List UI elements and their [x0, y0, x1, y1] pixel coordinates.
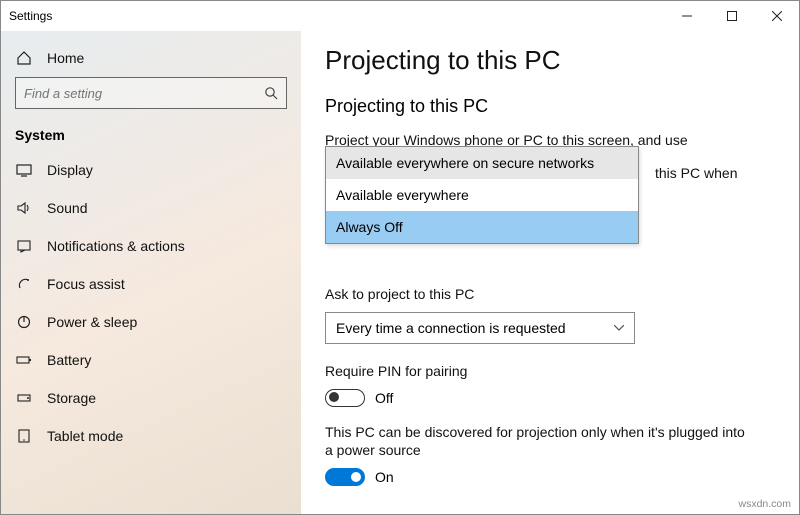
require-pin-label: Require PIN for pairing	[325, 362, 775, 381]
search-box[interactable]	[15, 77, 287, 109]
maximize-button[interactable]	[709, 1, 754, 31]
window-title: Settings	[9, 9, 52, 23]
ask-to-project-label: Ask to project to this PC	[325, 285, 775, 304]
sidebar-item-display[interactable]: Display	[1, 151, 301, 189]
availability-dropdown-open[interactable]: Available everywhere on secure networks …	[325, 146, 639, 244]
search-input[interactable]	[24, 86, 258, 101]
sidebar-item-label: Battery	[47, 352, 91, 368]
settings-window: Settings Home System	[0, 0, 800, 515]
sidebar-item-notifications[interactable]: Notifications & actions	[1, 227, 301, 265]
chevron-down-icon	[614, 325, 624, 331]
sidebar-item-label: Power & sleep	[47, 314, 137, 330]
sidebar-item-power-sleep[interactable]: Power & sleep	[1, 303, 301, 341]
search-icon	[264, 86, 278, 100]
toggle-off-track	[325, 389, 365, 407]
sidebar-item-label: Display	[47, 162, 93, 178]
sound-icon	[15, 200, 33, 216]
sidebar-item-sound[interactable]: Sound	[1, 189, 301, 227]
sidebar-item-label: Sound	[47, 200, 87, 216]
display-icon	[15, 162, 33, 178]
sidebar-item-battery[interactable]: Battery	[1, 341, 301, 379]
sidebar-category: System	[1, 117, 301, 151]
discoverable-toggle[interactable]: On	[325, 468, 775, 486]
dropdown-option-secure[interactable]: Available everywhere on secure networks	[326, 147, 638, 179]
sidebar-item-label: Notifications & actions	[47, 238, 185, 254]
titlebar: Settings	[1, 1, 799, 31]
sidebar-item-storage[interactable]: Storage	[1, 379, 301, 417]
close-button[interactable]	[754, 1, 799, 31]
watermark: wsxdn.com	[738, 498, 791, 510]
battery-icon	[15, 352, 33, 368]
partial-text-behind-dropdown: this PC when	[655, 165, 737, 181]
page-title: Projecting to this PC	[325, 45, 775, 76]
require-pin-toggle[interactable]: Off	[325, 389, 775, 407]
sidebar-item-label: Storage	[47, 390, 96, 406]
content-pane: Projecting to this PC Projecting to this…	[301, 31, 799, 514]
notifications-icon	[15, 238, 33, 254]
power-icon	[15, 314, 33, 330]
minimize-button[interactable]	[664, 1, 709, 31]
sidebar-item-label: Focus assist	[47, 276, 125, 292]
ask-to-project-select[interactable]: Every time a connection is requested	[325, 312, 635, 344]
sidebar-item-label: Tablet mode	[47, 428, 123, 444]
tablet-icon	[15, 428, 33, 444]
sidebar-item-focus-assist[interactable]: Focus assist	[1, 265, 301, 303]
home-icon	[15, 50, 33, 66]
sidebar: Home System Display Sound	[1, 31, 301, 514]
discoverable-label: This PC can be discovered for projection…	[325, 423, 745, 461]
sidebar-item-tablet-mode[interactable]: Tablet mode	[1, 417, 301, 455]
section-title: Projecting to this PC	[325, 96, 775, 117]
require-pin-state: Off	[375, 390, 393, 406]
focus-assist-icon	[15, 276, 33, 292]
toggle-on-track	[325, 468, 365, 486]
ask-to-project-value: Every time a connection is requested	[336, 320, 566, 336]
dropdown-option-always-off[interactable]: Always Off	[326, 211, 638, 243]
discoverable-state: On	[375, 469, 394, 485]
dropdown-option-everywhere[interactable]: Available everywhere	[326, 179, 638, 211]
sidebar-home-label: Home	[47, 50, 84, 66]
sidebar-home[interactable]: Home	[1, 39, 301, 77]
storage-icon	[15, 390, 33, 406]
